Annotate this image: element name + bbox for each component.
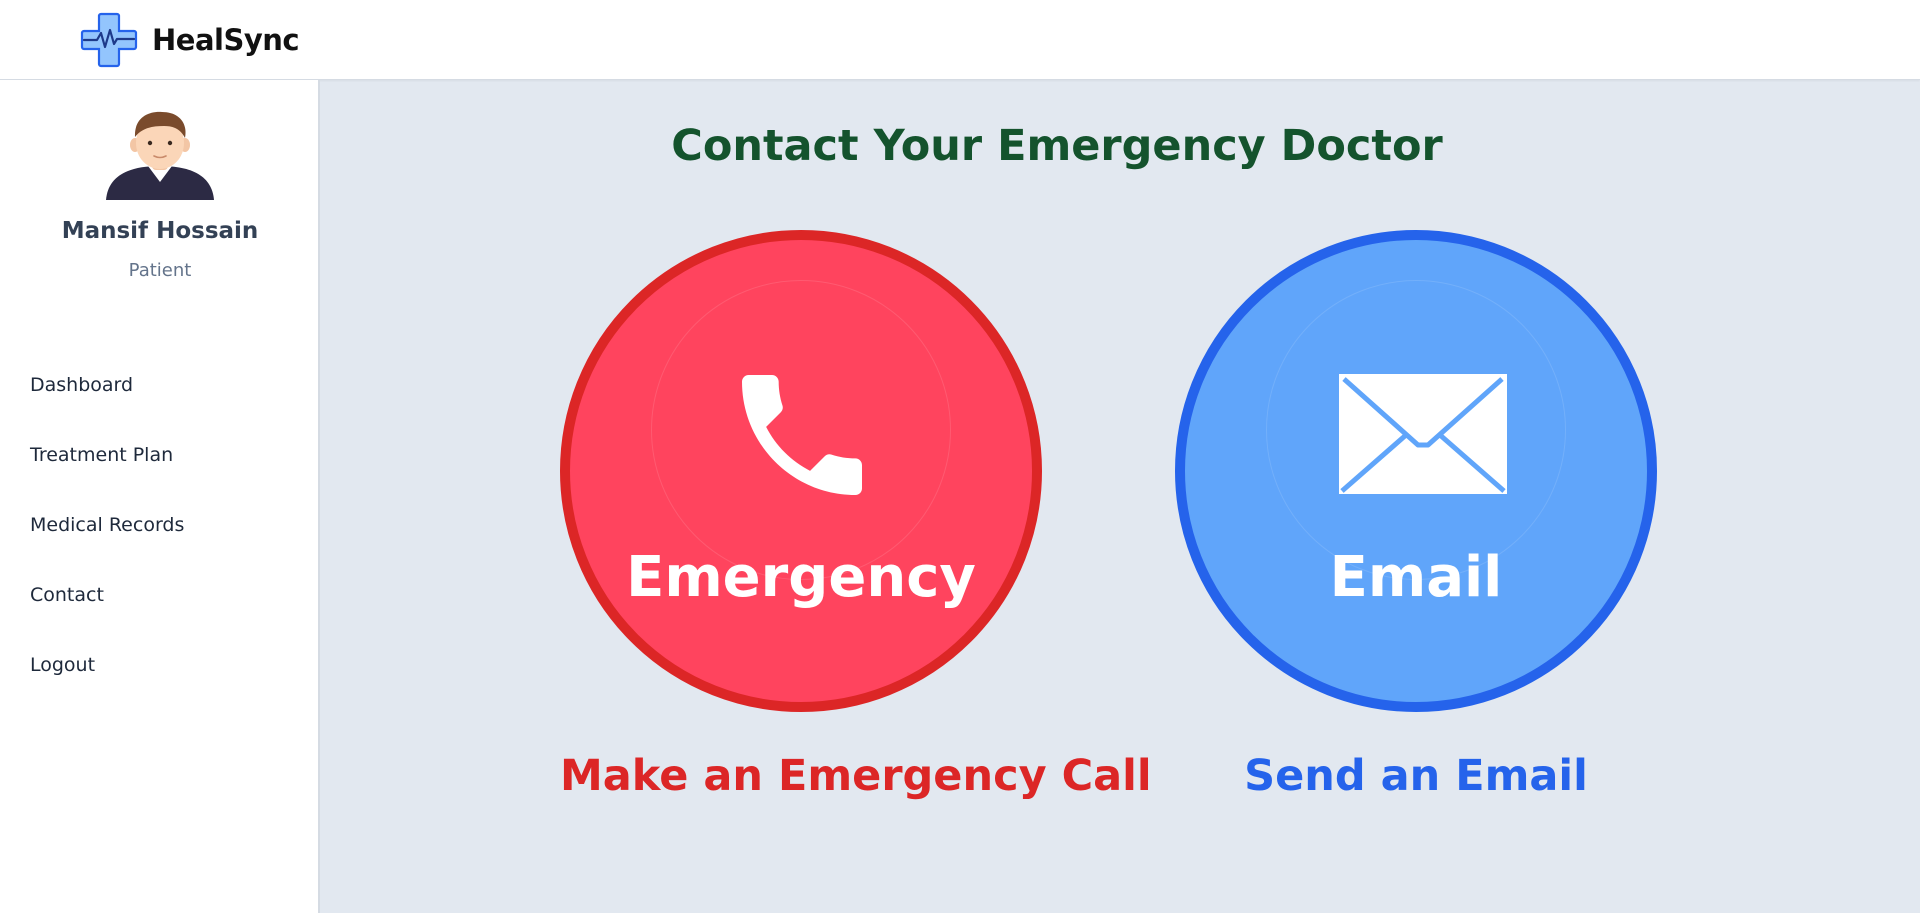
main-content: Contact Your Emergency Doctor Emergency … (322, 81, 1920, 913)
user-role: Patient (128, 260, 192, 281)
sidebar-item-medical-records[interactable]: Medical Records (0, 490, 318, 560)
emergency-call-caption[interactable]: Make an Emergency Call (560, 751, 1152, 801)
sidebar: Mansif Hossain Patient Dashboard Treatme… (0, 80, 320, 913)
app-name: HealSync (152, 23, 300, 57)
user-name: Mansif Hossain (61, 218, 259, 244)
sidebar-nav: Dashboard Treatment Plan Medical Records… (0, 350, 318, 700)
send-email-caption[interactable]: Send an Email (1175, 751, 1657, 801)
envelope-icon (1339, 374, 1507, 494)
email-label: Email (1329, 545, 1503, 610)
email-button[interactable]: Email (1175, 230, 1657, 712)
sidebar-item-dashboard[interactable]: Dashboard (0, 350, 318, 420)
medical-cross-heartbeat-icon (80, 12, 138, 68)
phone-icon (742, 375, 862, 495)
emergency-label: Emergency (626, 545, 976, 610)
sidebar-item-treatment-plan[interactable]: Treatment Plan (0, 420, 318, 490)
top-bar: HealSync (0, 0, 1920, 80)
male-avatar-icon (106, 111, 214, 200)
emergency-call-button[interactable]: Emergency (560, 230, 1042, 712)
page-title: Contact Your Emergency Doctor (671, 121, 1443, 171)
sidebar-item-logout[interactable]: Logout (0, 630, 318, 700)
brand[interactable]: HealSync (80, 12, 300, 68)
sidebar-item-contact[interactable]: Contact (0, 560, 318, 630)
